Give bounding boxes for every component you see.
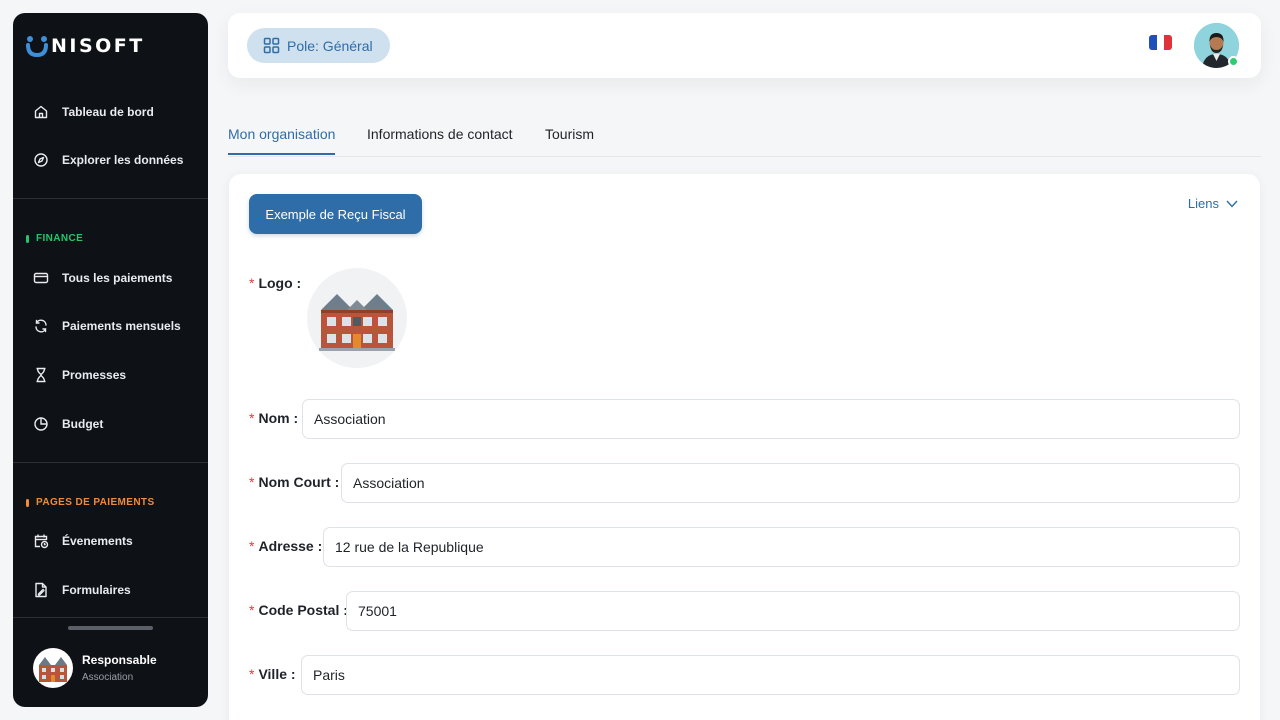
ville-input[interactable]: Paris <box>301 655 1240 695</box>
adresse-label: * Adresse : <box>249 538 323 554</box>
user-profile[interactable]: Responsable Association <box>33 648 157 688</box>
unisoft-logo-icon <box>26 36 48 58</box>
sidebar-item-formulaires[interactable]: Formulaires <box>13 572 208 608</box>
pie-chart-icon <box>34 417 48 431</box>
sidebar-item-label: Promesses <box>62 368 127 382</box>
user-role: Association <box>82 672 134 683</box>
sidebar-item-tous-les-paiements[interactable]: Tous les paiements <box>13 260 208 296</box>
receipt-example-button[interactable]: Exemple de Reçu Fiscal <box>249 194 422 234</box>
section-title: PAGES DE PAIEMENTS <box>36 497 155 508</box>
sidebar-item-promesses[interactable]: Promesses <box>13 357 208 393</box>
sidebar-item-label: Budget <box>62 417 104 431</box>
required-mark: * <box>249 410 255 426</box>
code-postal-input[interactable]: 75001 <box>346 591 1240 631</box>
adresse-input[interactable]: 12 rue de la Republique <box>323 527 1240 567</box>
sidebar-item-explorer[interactable]: Explorer les données <box>13 142 208 178</box>
sidebar-item-label: Tableau de bord <box>62 105 154 119</box>
compass-icon <box>34 153 48 167</box>
code-postal-label: * Code Postal : <box>249 602 348 618</box>
required-mark: * <box>249 538 255 554</box>
logo-label: * Logo : <box>249 275 302 291</box>
sidebar-item-tableau-de-bord[interactable]: Tableau de bord <box>13 94 208 130</box>
organisation-card: Exemple de Reçu Fiscal Liens * Logo : * No… <box>229 174 1260 720</box>
sidebar-item-paiements-mensuels[interactable]: Paiements mensuels <box>13 308 208 344</box>
top-header: Pole: Général <box>228 13 1261 78</box>
building-icon <box>39 657 67 682</box>
nom-label: * Nom : <box>249 410 299 426</box>
sidebar-scrollbar[interactable] <box>68 626 153 630</box>
tab-mon-organisation[interactable]: Mon organisation <box>228 126 336 155</box>
form-document-icon <box>35 582 47 598</box>
pole-label: Pole: Général <box>287 37 373 54</box>
sidebar-item-label: Tous les paiements <box>62 271 173 285</box>
sidebar-item-evenements[interactable]: Évenements <box>13 523 208 559</box>
refresh-icon <box>35 319 47 333</box>
credit-card-icon <box>33 272 49 284</box>
calendar-clock-icon <box>34 534 49 549</box>
nom-input[interactable]: Association <box>302 399 1240 439</box>
tab-bar: Mon organisation Informations de contact… <box>228 118 1261 157</box>
user-name: Responsable <box>82 653 157 667</box>
pole-selector[interactable]: Pole: Général <box>247 28 390 63</box>
hourglass-icon <box>36 367 46 383</box>
brand-logo[interactable]: NISOFT <box>25 33 145 59</box>
section-marker <box>26 234 29 243</box>
home-icon <box>34 105 48 119</box>
avatar <box>33 648 73 688</box>
organisation-logo[interactable] <box>307 268 407 368</box>
sidebar-divider <box>13 617 208 618</box>
sidebar-item-label: Explorer les données <box>62 153 184 167</box>
sidebar-item-label: Formulaires <box>62 583 131 597</box>
section-title: FINANCE <box>36 233 84 244</box>
brand-name: NISOFT <box>51 35 145 57</box>
online-status-dot <box>1228 56 1239 67</box>
nom-court-label: * Nom Court : <box>249 474 340 490</box>
section-finance: FINANCE <box>26 233 83 244</box>
tab-tourism[interactable]: Tourism <box>545 126 594 153</box>
ville-label: * Ville : <box>249 666 296 682</box>
sidebar-item-label: Paiements mensuels <box>62 319 181 333</box>
required-mark: * <box>249 666 255 682</box>
required-mark: * <box>249 275 255 291</box>
sidebar: NISOFT Tableau de bord Explorer les donn… <box>13 13 208 707</box>
french-flag-icon[interactable] <box>1149 35 1172 50</box>
sidebar-divider <box>13 462 208 463</box>
tab-informations-de-contact[interactable]: Informations de contact <box>367 126 513 153</box>
sidebar-item-budget[interactable]: Budget <box>13 406 208 442</box>
links-dropdown[interactable]: Liens <box>1188 196 1238 211</box>
sidebar-divider <box>13 198 208 199</box>
links-label: Liens <box>1187 196 1219 211</box>
nom-court-input[interactable]: Association <box>341 463 1240 503</box>
sidebar-item-label: Évenements <box>62 534 133 548</box>
section-marker <box>26 498 29 507</box>
required-mark: * <box>249 602 255 618</box>
grid-icon <box>263 37 280 54</box>
chevron-down-icon <box>1226 200 1238 208</box>
required-mark: * <box>249 474 255 490</box>
section-pages-de-paiements: PAGES DE PAIEMENTS <box>26 497 155 508</box>
building-icon <box>319 294 395 351</box>
